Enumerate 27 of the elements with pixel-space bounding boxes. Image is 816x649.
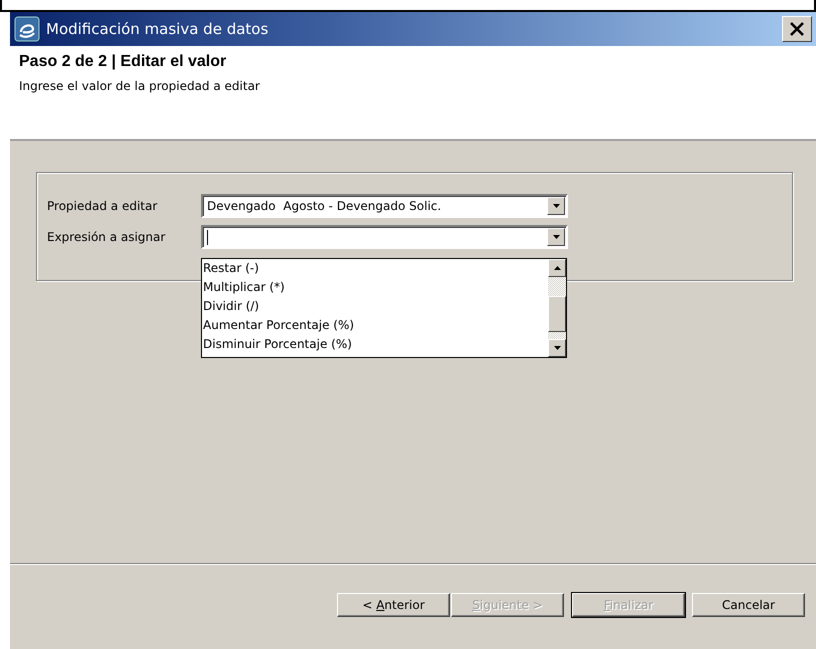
wizard-button[interactable]: < Anterior: [337, 593, 450, 617]
text-cursor: [207, 230, 208, 244]
caret-down-icon: [552, 204, 560, 208]
caret-up-icon: [554, 266, 560, 270]
caret-down-icon: [552, 235, 560, 239]
scroll-thumb[interactable]: [548, 296, 566, 332]
dropdown-field[interactable]: [201, 225, 568, 249]
wizard-step-title: Paso 2 de 2 | Editar el valor: [19, 53, 226, 71]
window-title: Modificación masiva de datos: [46, 20, 270, 38]
list-item[interactable]: Dividir (/): [203, 297, 260, 316]
close-icon: [790, 22, 804, 36]
wizard-step-description: Ingrese el valor de la propiedad a editar: [19, 79, 260, 93]
wizard-button[interactable]: Cancelar: [692, 593, 805, 617]
list-item[interactable]: Restar (-): [203, 259, 259, 278]
dropdown-field[interactable]: Devengado Agosto - Devengado Solic.: [201, 194, 568, 218]
caret-down-icon: [554, 346, 560, 350]
app-icon: [14, 16, 40, 42]
scroll-up-button[interactable]: [548, 259, 566, 277]
scroll-down-button[interactable]: [548, 339, 566, 357]
field-label: Expresión a asignar: [47, 230, 166, 244]
field-label: Propiedad a editar: [47, 199, 158, 213]
dropdown-arrow-button[interactable]: [547, 197, 565, 215]
list-item[interactable]: Multiplicar (*): [203, 278, 285, 297]
close-button[interactable]: [782, 16, 812, 42]
dropdown-arrow-button[interactable]: [547, 228, 565, 246]
list-item[interactable]: Aumentar Porcentaje (%): [203, 316, 354, 335]
list-item[interactable]: Disminuir Porcentaje (%): [203, 335, 352, 354]
